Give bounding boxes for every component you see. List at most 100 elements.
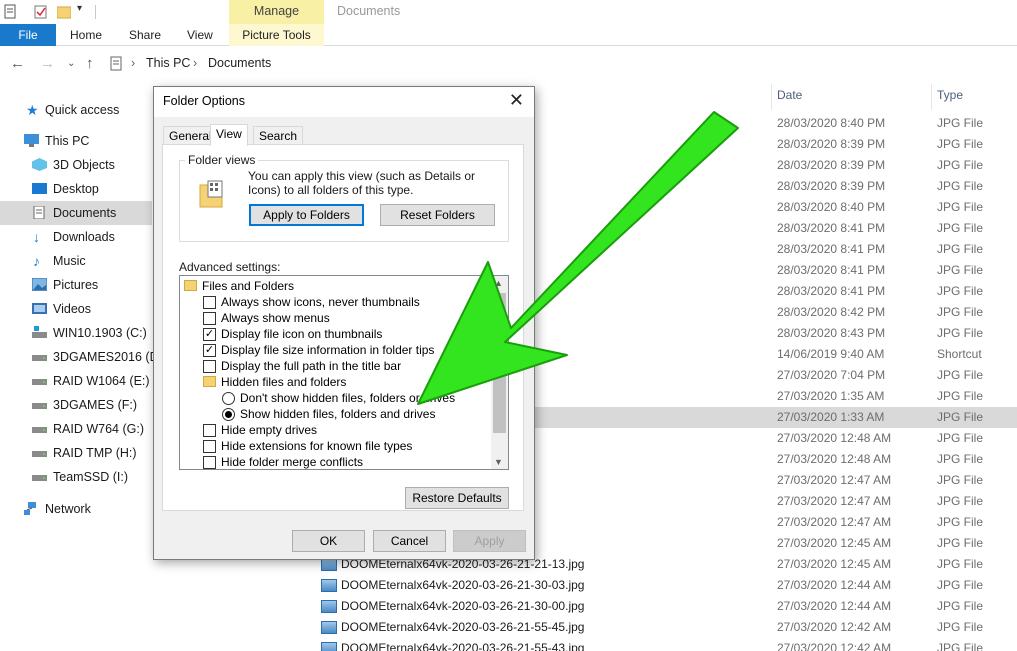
customize-toolbar-icon[interactable]: ▾ bbox=[77, 3, 82, 14]
advanced-settings-tree: Files and Folders Always show icons, neve… bbox=[179, 275, 509, 470]
setting-label: Don't show hidden files, folders or driv… bbox=[240, 391, 456, 405]
drive-icon bbox=[32, 403, 47, 409]
file-name: DOOMEternalx64vk-2020-03-26-21-55-45.jpg bbox=[341, 620, 585, 634]
jpg-file-icon bbox=[321, 600, 337, 613]
breadcrumb-separator-icon[interactable]: › bbox=[131, 56, 135, 70]
checkbox[interactable] bbox=[203, 440, 216, 453]
document-icon bbox=[33, 206, 45, 219]
file-type: JPG File bbox=[937, 305, 984, 319]
column-header-date[interactable]: Date bbox=[777, 88, 802, 102]
restore-defaults-button[interactable]: Restore Defaults bbox=[405, 487, 509, 509]
radio[interactable] bbox=[222, 392, 235, 405]
ok-button[interactable]: OK bbox=[292, 530, 365, 552]
back-arrow-icon[interactable]: ← bbox=[10, 55, 25, 72]
tab-view[interactable]: View bbox=[210, 124, 248, 146]
new-folder-icon[interactable] bbox=[57, 4, 71, 19]
table-row[interactable]: DOOMEternalx64vk-2020-03-26-21-55-43.jpg… bbox=[306, 638, 1017, 651]
file-date: 28/03/2020 8:43 PM bbox=[777, 326, 886, 340]
file-type: JPG File bbox=[937, 473, 984, 487]
file-type: JPG File bbox=[937, 158, 984, 172]
file-date: 27/03/2020 1:33 AM bbox=[777, 410, 885, 424]
drive-icon bbox=[32, 451, 47, 457]
file-date: 28/03/2020 8:40 PM bbox=[777, 116, 886, 130]
manage-tab[interactable]: Manage bbox=[229, 0, 324, 24]
file-date: 27/03/2020 7:04 PM bbox=[777, 368, 886, 382]
setting-label: Hide folder merge conflicts bbox=[221, 455, 364, 469]
file-type: JPG File bbox=[937, 263, 984, 277]
file-type: JPG File bbox=[937, 515, 984, 529]
breadcrumb-this-pc[interactable]: This PC bbox=[146, 56, 190, 70]
file-date: 27/03/2020 12:48 AM bbox=[777, 431, 892, 445]
scroll-up-icon[interactable]: ▲ bbox=[494, 278, 503, 288]
tab-home[interactable]: Home bbox=[70, 24, 102, 46]
folder-views-description: You can apply this view (such as Details… bbox=[248, 169, 476, 197]
scrollbar-thumb[interactable] bbox=[493, 293, 506, 433]
jpg-file-icon bbox=[321, 642, 337, 651]
file-date: 27/03/2020 12:44 AM bbox=[777, 599, 892, 613]
tab-view[interactable]: View bbox=[187, 24, 213, 46]
table-row[interactable]: DOOMEternalx64vk-2020-03-26-21-30-03.jpg… bbox=[306, 575, 1017, 596]
setting-label: Always show icons, never thumbnails bbox=[221, 295, 420, 309]
apply-to-folders-button[interactable]: Apply to Folders bbox=[249, 204, 364, 226]
file-type: JPG File bbox=[937, 242, 984, 256]
tab-share[interactable]: Share bbox=[129, 24, 161, 46]
checkbox-checked[interactable]: ✓ bbox=[203, 344, 216, 357]
radio-selected[interactable] bbox=[222, 408, 235, 421]
quick-access-toolbar: ▾ Manage Documents bbox=[0, 0, 1017, 24]
file-date: 28/03/2020 8:42 PM bbox=[777, 305, 886, 319]
star-icon: ★ bbox=[26, 102, 39, 118]
scrollbar[interactable]: ▲ ▼ bbox=[491, 276, 508, 469]
checklist-icon[interactable] bbox=[34, 4, 47, 19]
setting-label: Hide empty drives bbox=[221, 423, 318, 437]
file-date: 27/03/2020 12:48 AM bbox=[777, 452, 892, 466]
file-type: JPG File bbox=[937, 494, 984, 508]
cube-icon bbox=[32, 158, 47, 171]
file-type: JPG File bbox=[937, 452, 984, 466]
advanced-settings-label: Advanced settings: bbox=[179, 260, 281, 274]
sidebar-item-documents[interactable]: Documents bbox=[0, 201, 152, 225]
tab-picture-tools[interactable]: Picture Tools bbox=[229, 24, 324, 46]
recent-locations-icon[interactable]: ⌄ bbox=[67, 58, 75, 69]
table-row[interactable]: DOOMEternalx64vk-2020-03-26-21-55-45.jpg… bbox=[306, 617, 1017, 638]
checkbox[interactable] bbox=[203, 312, 216, 325]
column-separator[interactable] bbox=[931, 84, 932, 110]
file-type: JPG File bbox=[937, 389, 984, 403]
apply-button[interactable]: Apply bbox=[453, 530, 526, 552]
setting-label: Display file icon on thumbnails bbox=[221, 327, 383, 341]
cancel-button[interactable]: Cancel bbox=[373, 530, 446, 552]
up-arrow-icon[interactable]: ↑ bbox=[86, 55, 94, 72]
forward-arrow-icon[interactable]: → bbox=[40, 55, 55, 72]
checkbox[interactable] bbox=[203, 456, 216, 469]
tab-search[interactable]: Search bbox=[253, 126, 304, 145]
checkbox[interactable] bbox=[203, 424, 216, 437]
file-name: DOOMEternalx64vk-2020-03-26-21-30-03.jpg bbox=[341, 578, 585, 592]
file-date: 28/03/2020 8:41 PM bbox=[777, 221, 886, 235]
folder-views-label: Folder views bbox=[185, 153, 259, 167]
music-icon: ♪ bbox=[33, 253, 40, 269]
reset-folders-button[interactable]: Reset Folders bbox=[380, 204, 495, 226]
properties-icon[interactable] bbox=[4, 4, 17, 19]
setting-label: Always show menus bbox=[221, 311, 330, 325]
file-type: JPG File bbox=[937, 116, 984, 130]
dialog-title: Folder Options bbox=[163, 94, 245, 108]
file-date: 27/03/2020 12:47 AM bbox=[777, 494, 892, 508]
file-type: JPG File bbox=[937, 326, 984, 340]
download-icon: ↓ bbox=[33, 229, 40, 245]
file-date: 28/03/2020 8:41 PM bbox=[777, 263, 886, 277]
checkbox[interactable] bbox=[203, 360, 216, 373]
checkbox[interactable] bbox=[203, 296, 216, 309]
setting-label: Files and Folders bbox=[202, 279, 295, 293]
tab-file[interactable]: File bbox=[0, 24, 56, 46]
table-row[interactable]: DOOMEternalx64vk-2020-03-26-21-30-00.jpg… bbox=[306, 596, 1017, 617]
column-separator[interactable] bbox=[771, 84, 772, 110]
file-date: 28/03/2020 8:41 PM bbox=[777, 242, 886, 256]
dialog-title-bar[interactable]: Folder Options ✕ bbox=[154, 87, 534, 117]
scroll-down-icon[interactable]: ▼ bbox=[494, 457, 503, 467]
close-icon[interactable]: ✕ bbox=[509, 90, 524, 111]
column-header-type[interactable]: Type bbox=[937, 88, 963, 102]
breadcrumb-documents[interactable]: Documents bbox=[208, 56, 271, 70]
checkbox-checked[interactable]: ✓ bbox=[203, 328, 216, 341]
breadcrumb-separator-icon[interactable]: › bbox=[193, 56, 197, 70]
setting-label: Hidden files and folders bbox=[221, 375, 347, 389]
file-date: 28/03/2020 8:39 PM bbox=[777, 158, 886, 172]
